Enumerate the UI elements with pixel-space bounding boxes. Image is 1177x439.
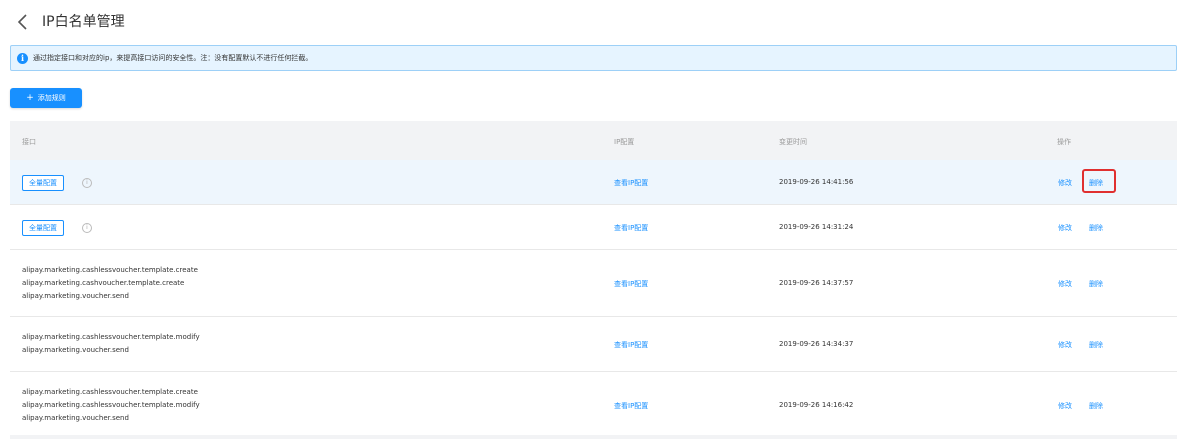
header-change-time: 变更时间 [779, 138, 807, 146]
edit-link[interactable]: 修改 [1058, 340, 1072, 350]
header-actions: 操作 [1057, 138, 1071, 146]
interface-list: alipay.marketing.cashlessvoucher.templat… [22, 331, 200, 357]
delete-link[interactable]: 删除 [1089, 223, 1103, 233]
change-time: 2019-09-26 14:41:56 [779, 178, 854, 186]
view-ip-config-link[interactable]: 查看IP配置 [614, 279, 648, 289]
view-ip-config-link[interactable]: 查看IP配置 [614, 223, 648, 233]
delete-link[interactable]: 删除 [1089, 178, 1103, 188]
change-time: 2019-09-26 14:34:37 [779, 340, 854, 348]
view-ip-config-link[interactable]: 查看IP配置 [614, 340, 648, 350]
info-notice: i 通过指定接口和对应的ip，来提高接口访问的安全性。注：没有配置默认不进行任何… [10, 45, 1177, 71]
interface-name: alipay.marketing.cashvoucher.template.cr… [22, 279, 185, 287]
notice-text: 通过指定接口和对应的ip，来提高接口访问的安全性。注：没有配置默认不进行任何拦截… [33, 54, 313, 62]
table-header: 接口 IP配置 变更时间 操作 [10, 121, 1177, 160]
delete-link[interactable]: 删除 [1089, 401, 1103, 411]
help-icon[interactable]: i [82, 178, 92, 188]
table-row: alipay.marketing.cashlessvoucher.templat… [10, 372, 1177, 439]
full-config-tag: 全量配置 [22, 220, 64, 236]
header-interface: 接口 [22, 138, 36, 146]
interface-name: alipay.marketing.cashlessvoucher.templat… [22, 401, 200, 409]
interface-name: alipay.marketing.cashlessvoucher.templat… [22, 333, 200, 341]
change-time: 2019-09-26 14:37:57 [779, 279, 854, 287]
full-config-tag: 全量配置 [22, 175, 64, 191]
add-rule-button[interactable]: + 添加规则 [10, 88, 82, 108]
interface-list: alipay.marketing.cashlessvoucher.templat… [22, 264, 198, 303]
add-rule-label: 添加规则 [37, 94, 66, 102]
interface-list: alipay.marketing.cashlessvoucher.templat… [22, 386, 200, 425]
help-icon[interactable]: i [82, 223, 92, 233]
back-arrow-icon[interactable] [14, 12, 32, 32]
info-icon: i [17, 52, 28, 64]
edit-link[interactable]: 修改 [1058, 401, 1072, 411]
header-ip-config: IP配置 [614, 138, 635, 146]
delete-link[interactable]: 删除 [1089, 279, 1103, 289]
page-header: IP白名单管理 [0, 0, 1177, 44]
view-ip-config-link[interactable]: 查看IP配置 [614, 178, 648, 188]
delete-link[interactable]: 删除 [1089, 340, 1103, 350]
page-title: IP白名单管理 [42, 14, 125, 30]
table-footer-divider [10, 435, 1177, 439]
interface-name: alipay.marketing.cashlessvoucher.templat… [22, 388, 198, 396]
edit-link[interactable]: 修改 [1058, 178, 1072, 188]
interface-name: alipay.marketing.voucher.send [22, 346, 129, 354]
change-time: 2019-09-26 14:31:24 [779, 223, 854, 231]
edit-link[interactable]: 修改 [1058, 279, 1072, 289]
interface-name: alipay.marketing.voucher.send [22, 414, 129, 422]
table-row: alipay.marketing.cashlessvoucher.templat… [10, 317, 1177, 372]
table-row: 全量配置 i 查看IP配置 2019-09-26 14:31:24 修改 删除 [10, 205, 1177, 250]
plus-icon: + [26, 93, 34, 103]
table-row: alipay.marketing.cashlessvoucher.templat… [10, 250, 1177, 317]
ip-whitelist-table: 接口 IP配置 变更时间 操作 全量配置 i 查看IP配置 2019-09-26… [10, 121, 1177, 439]
table-row: 全量配置 i 查看IP配置 2019-09-26 14:41:56 修改 删除 [10, 160, 1177, 205]
view-ip-config-link[interactable]: 查看IP配置 [614, 401, 648, 411]
interface-name: alipay.marketing.voucher.send [22, 292, 129, 300]
interface-name: alipay.marketing.cashlessvoucher.templat… [22, 266, 198, 274]
edit-link[interactable]: 修改 [1058, 223, 1072, 233]
change-time: 2019-09-26 14:16:42 [779, 401, 854, 409]
